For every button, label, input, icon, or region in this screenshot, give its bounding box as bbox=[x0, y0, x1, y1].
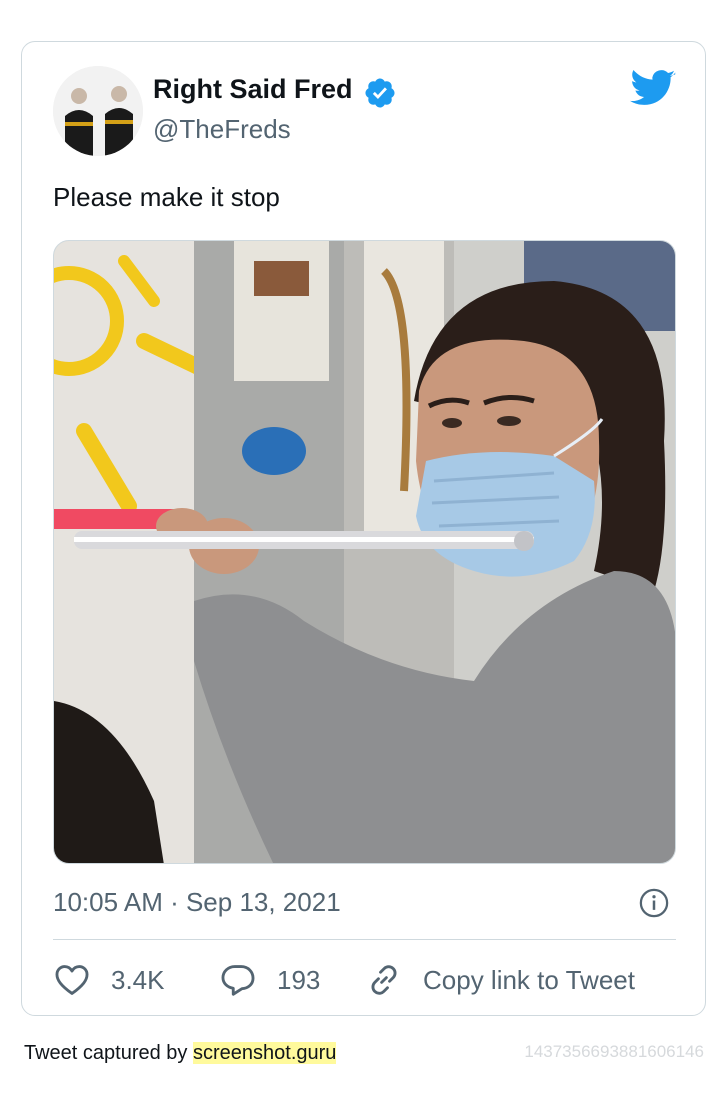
avatar[interactable] bbox=[53, 66, 143, 156]
tweet-timestamp[interactable]: 10:05 AM · Sep 13, 2021 bbox=[53, 887, 341, 918]
screenshot-guru-link[interactable]: screenshot.guru bbox=[192, 1042, 337, 1064]
reply-count: 193 bbox=[277, 964, 321, 995]
like-count: 3.4K bbox=[111, 964, 165, 995]
heart-icon bbox=[55, 965, 89, 995]
reply-button[interactable]: 193 bbox=[219, 960, 320, 1000]
verified-badge-icon bbox=[365, 78, 395, 108]
tweet-actions: 3.4K 193 Copy link to Tweet bbox=[53, 960, 676, 1000]
info-icon[interactable] bbox=[639, 888, 669, 918]
tweet-photo[interactable] bbox=[53, 240, 676, 864]
twitter-bird-icon[interactable] bbox=[630, 69, 676, 109]
display-name[interactable]: Right Said Fred bbox=[153, 74, 353, 105]
tweet-text: Please make it stop bbox=[53, 182, 280, 212]
tweet-id: 1437356693881606146 bbox=[524, 1042, 704, 1061]
link-icon bbox=[371, 965, 397, 995]
user-handle[interactable]: @TheFreds bbox=[153, 114, 291, 145]
capture-prefix: Tweet captured by bbox=[24, 1042, 193, 1064]
copy-link-button[interactable]: Copy link to Tweet bbox=[365, 960, 635, 1000]
tweet-card: Right Said Fred @TheFreds Please make it… bbox=[21, 41, 706, 1016]
reply-icon bbox=[221, 965, 255, 996]
like-button[interactable]: 3.4K bbox=[53, 960, 165, 1000]
capture-credit: Tweet captured by screenshot.guru bbox=[24, 1042, 337, 1065]
divider bbox=[53, 939, 676, 940]
copy-link-label: Copy link to Tweet bbox=[423, 964, 635, 995]
